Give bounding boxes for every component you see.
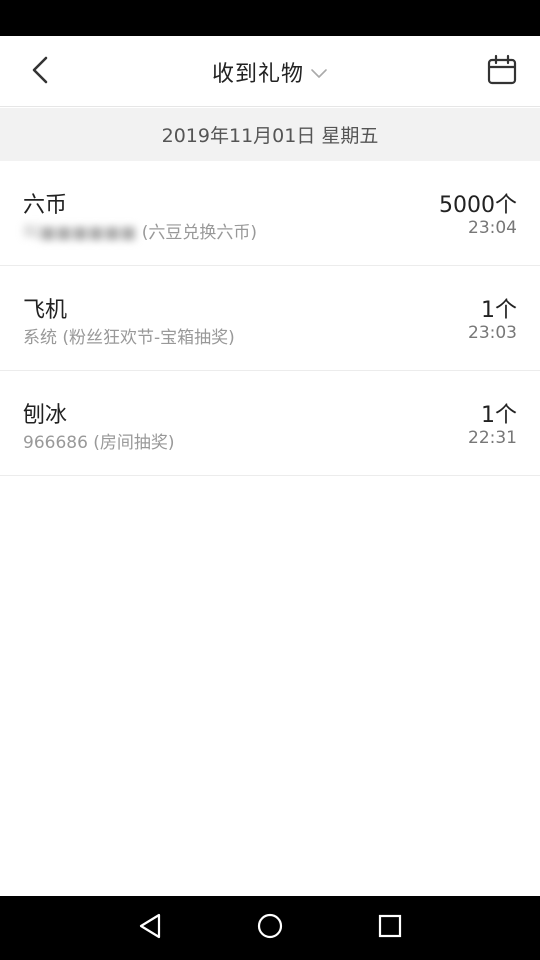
gift-time: 22:31 [468,428,517,448]
status-bar [0,0,540,36]
nav-home-icon [256,912,284,944]
back-arrow-icon [30,54,50,90]
gift-row[interactable]: 刨冰 966686 (房间抽奖) 1个 22:31 [0,371,540,476]
title-dropdown[interactable]: 收到礼物 [212,56,328,88]
gift-name: 飞机 [23,298,68,323]
gift-quantity: 1个 [481,403,517,428]
nav-back-icon [137,912,163,944]
gift-source: 966686 (房间抽奖) [23,433,175,453]
nav-home-button[interactable] [254,912,286,944]
gift-row[interactable]: 飞机 系统 (粉丝狂欢节-宝箱抽奖) 1个 23:03 [0,266,540,371]
gift-quantity: 5000个 [439,193,517,218]
gift-row[interactable]: 六币 叫■■■■■■ (六豆兑换六币) 5000个 23:04 [0,161,540,266]
nav-recents-button[interactable] [374,912,406,944]
back-button[interactable] [20,50,60,94]
gift-list: 六币 叫■■■■■■ (六豆兑换六币) 5000个 23:04 飞机 系统 (粉… [0,161,540,476]
gift-source: 叫■■■■■■ (六豆兑换六币) [23,218,257,243]
gift-time: 23:03 [468,323,517,343]
gift-time: 23:04 [468,218,517,238]
gift-source: 系统 (粉丝狂欢节-宝箱抽奖) [23,328,235,348]
date-bar: 2019年11月01日 星期五 [0,108,540,161]
calendar-icon [486,54,518,90]
header: 收到礼物 [0,36,540,107]
nav-recents-icon [377,913,403,943]
chevron-down-icon [310,67,328,79]
gift-quantity: 1个 [481,298,517,323]
navigation-bar [0,896,540,960]
gift-source-detail: (六豆兑换六币) [141,223,258,243]
gift-name: 六币 [23,193,68,218]
gift-name: 刨冰 [23,403,68,428]
calendar-button[interactable] [484,54,520,90]
blurred-username: 叫■■■■■■ [23,223,137,243]
nav-back-button[interactable] [134,912,166,944]
page-title: 收到礼物 [211,61,304,87]
